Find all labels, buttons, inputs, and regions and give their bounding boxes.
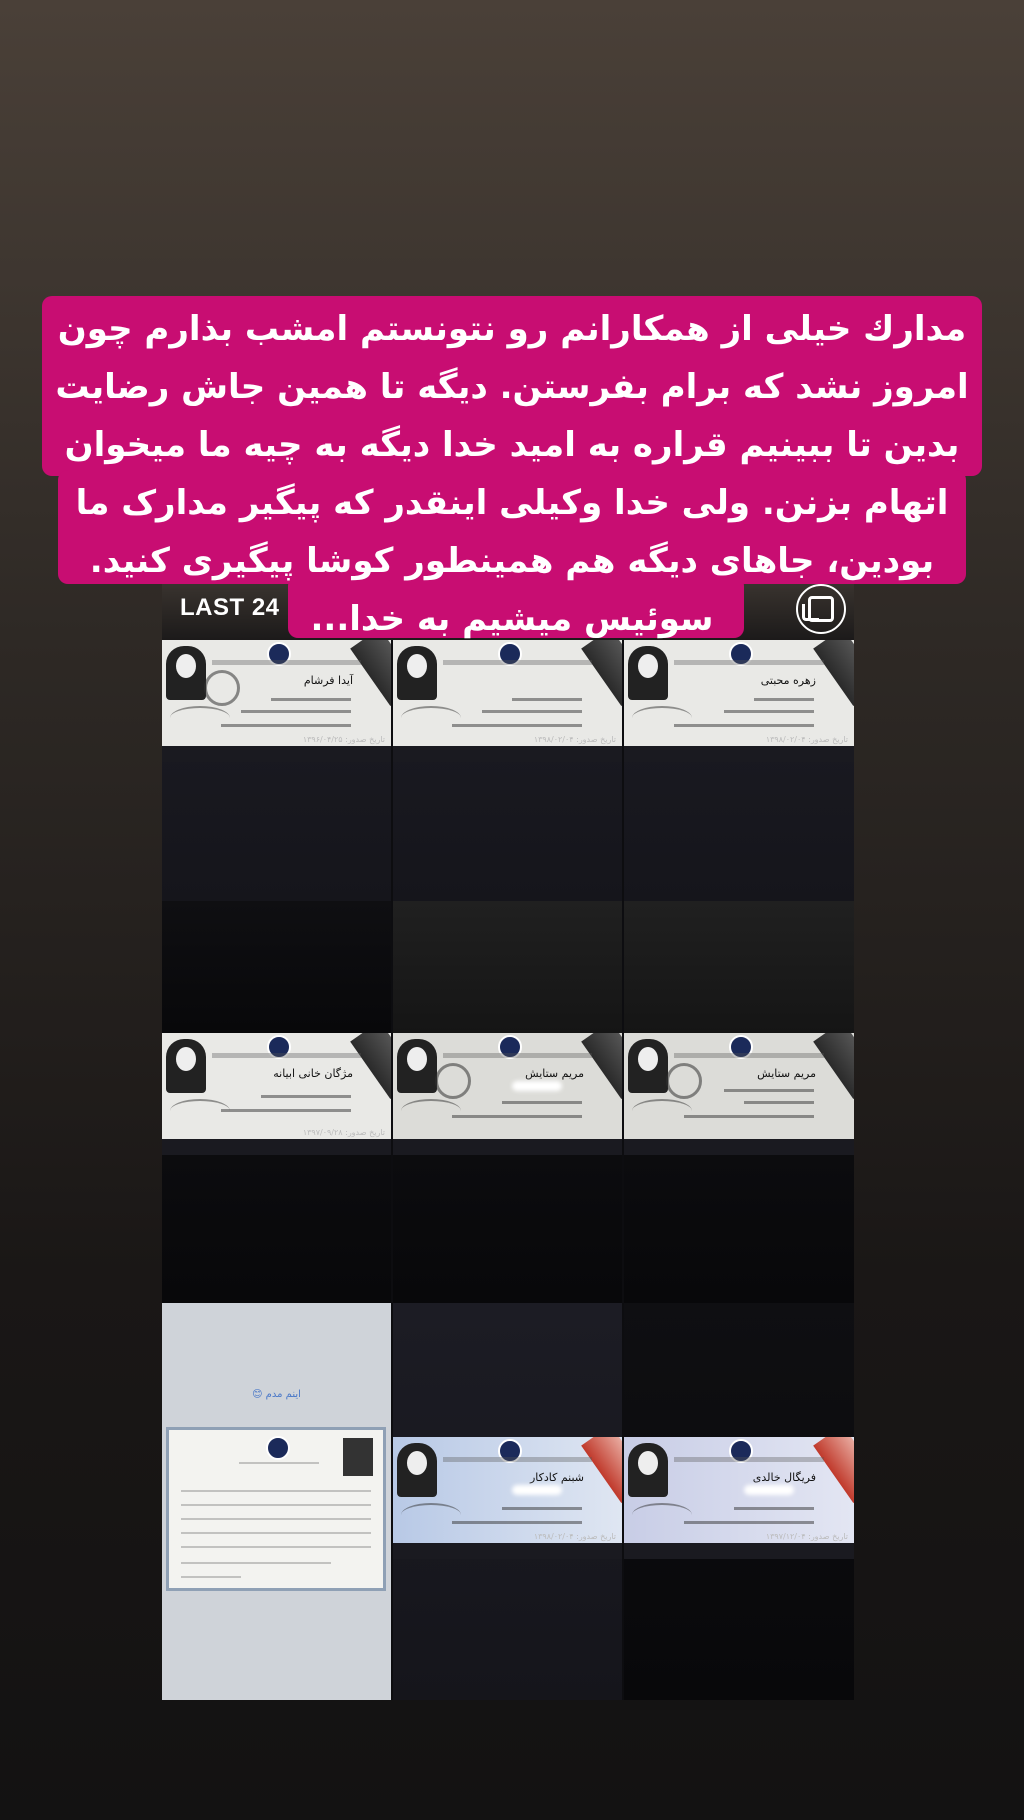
grid-item[interactable]	[393, 901, 622, 1033]
flag-ribbon-icon	[581, 1437, 622, 1503]
flag-ribbon-icon	[813, 1033, 854, 1099]
card-name: آیدا فرشام	[303, 674, 353, 687]
card-name: مریم ستایش	[525, 1067, 584, 1080]
caption-line: بودین، جاهای دیگه هم همینطور کوشا پیگیری…	[89, 541, 935, 581]
id-card: مریم ستایش	[393, 1033, 622, 1155]
card-date: تاریخ صدور: ۱۳۹۷/۱۲/۰۴	[765, 1532, 848, 1541]
signature-icon	[632, 706, 692, 730]
seal-icon	[666, 1063, 702, 1099]
seal-icon	[435, 1063, 471, 1099]
id-card: شبنم کادکار تاریخ صدور: ۱۳۹۸/۰۲/۰۴	[393, 1437, 622, 1559]
id-card: فریگال خالدی تاریخ صدور: ۱۳۹۷/۱۲/۰۴	[624, 1437, 854, 1559]
portrait-photo	[166, 646, 206, 700]
flag-ribbon-icon	[813, 1437, 854, 1503]
caption-line: بدین تا ببینیم قراره به امید خدا دیگه به…	[64, 425, 960, 465]
flag-ribbon-icon	[350, 1033, 391, 1099]
id-card: تاریخ صدور: ۱۳۹۸/۰۲/۰۴	[393, 640, 622, 762]
flag-ribbon-icon	[581, 1033, 622, 1099]
grid-item[interactable]	[162, 901, 391, 1033]
grid-item[interactable]: اینم مدم 😊	[162, 1303, 391, 1700]
portrait-photo	[628, 1039, 668, 1093]
grid-item[interactable]: مریم ستایش	[393, 1033, 622, 1303]
card-date: تاریخ صدور: ۱۳۹۸/۰۲/۰۴	[533, 1532, 616, 1541]
card-name: فریگال خالدی	[752, 1471, 816, 1484]
signature-icon	[401, 1503, 461, 1527]
screenshot-panel: LAST 24 آیدا فرشام تاریخ صدور: ۱۳۹۶/۰۴/۲…	[162, 582, 854, 1700]
signature-icon	[401, 1099, 461, 1123]
id-card: مریم ستایش	[624, 1033, 854, 1155]
portrait-photo	[628, 646, 668, 700]
flag-ribbon-icon	[813, 640, 854, 706]
portrait-photo	[343, 1438, 373, 1476]
id-card: زهره محبتی تاریخ صدور: ۱۳۹۸/۰۲/۰۴	[624, 640, 854, 762]
card-date: تاریخ صدور: ۱۳۹۸/۰۲/۰۴	[765, 735, 848, 744]
caption-line: امروز نشد که برام بفرستن. دیگه تا همین ج…	[55, 367, 969, 407]
card-name: مریم ستایش	[757, 1067, 816, 1080]
caption-line: مدارك خیلی از همکارانم رو نتونستم امشب ب…	[57, 309, 967, 349]
signature-icon	[632, 1099, 692, 1123]
grid-item[interactable]: شبنم کادکار تاریخ صدور: ۱۳۹۸/۰۲/۰۴	[393, 1303, 622, 1700]
signature-icon	[170, 706, 230, 730]
portrait-photo	[166, 1039, 206, 1093]
grid-item[interactable]: مژگان خانی ابیانه تاریخ صدور: ۱۳۹۷/۰۹/۲۸	[162, 1033, 391, 1303]
id-card: مژگان خانی ابیانه تاریخ صدور: ۱۳۹۷/۰۹/۲۸	[162, 1033, 391, 1155]
certificate-caption: اینم مدم 😊	[252, 1389, 301, 1400]
card-date: تاریخ صدور: ۱۳۹۶/۰۴/۲۵	[302, 735, 385, 744]
certificate-document	[166, 1427, 386, 1591]
story-caption: مدارك خیلی از همکارانم رو نتونستم امشب ب…	[40, 300, 984, 648]
card-name: مژگان خانی ابیانه	[273, 1067, 353, 1080]
grid-item[interactable]: فریگال خالدی تاریخ صدور: ۱۳۹۷/۱۲/۰۴	[624, 1303, 854, 1700]
flag-ribbon-icon	[350, 640, 391, 706]
portrait-photo	[397, 1443, 437, 1497]
signature-icon	[632, 1503, 692, 1527]
grid-item[interactable]: مریم ستایش	[624, 1033, 854, 1303]
grid-item[interactable]: تاریخ صدور: ۱۳۹۸/۰۲/۰۴	[393, 640, 622, 901]
signature-icon	[170, 1099, 230, 1123]
caption-line: سوئیس میشیم به خدا...	[310, 599, 714, 639]
card-date: تاریخ صدور: ۱۳۹۸/۰۲/۰۴	[533, 735, 616, 744]
portrait-photo	[628, 1443, 668, 1497]
card-name: زهره محبتی	[760, 674, 816, 687]
portrait-photo	[397, 1039, 437, 1093]
grid-item[interactable]: آیدا فرشام تاریخ صدور: ۱۳۹۶/۰۴/۲۵	[162, 640, 391, 901]
card-name: شبنم کادکار	[529, 1471, 584, 1484]
id-card: آیدا فرشام تاریخ صدور: ۱۳۹۶/۰۴/۲۵	[162, 640, 391, 762]
org-logo-icon	[266, 1436, 290, 1460]
card-date: تاریخ صدور: ۱۳۹۷/۰۹/۲۸	[302, 1128, 385, 1137]
seal-icon	[204, 670, 240, 706]
caption-line: اتهام بزنن. ولی خدا وکیلی اینقدر که پیگی…	[75, 483, 949, 523]
signature-icon	[401, 706, 461, 730]
grid-item[interactable]	[624, 901, 854, 1033]
photo-grid: آیدا فرشام تاریخ صدور: ۱۳۹۶/۰۴/۲۵ تاریخ …	[162, 640, 854, 1700]
flag-ribbon-icon	[581, 640, 622, 706]
grid-item[interactable]: زهره محبتی تاریخ صدور: ۱۳۹۸/۰۲/۰۴	[624, 640, 854, 901]
portrait-photo	[397, 646, 437, 700]
